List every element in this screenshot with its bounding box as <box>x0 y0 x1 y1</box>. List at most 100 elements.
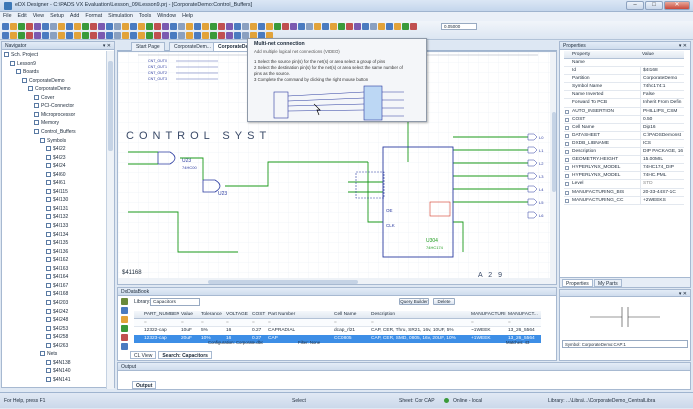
toolbar-button-icon[interactable] <box>226 23 233 30</box>
tree-item[interactable]: Microprocessor <box>34 111 75 119</box>
tree-item[interactable]: Lesson9 <box>10 60 36 68</box>
maximize-button[interactable]: □ <box>645 1 663 10</box>
toolbar-button-icon[interactable] <box>298 23 305 30</box>
toolbar-button-icon[interactable] <box>42 23 49 30</box>
tree-item[interactable]: $4I248 <box>46 316 68 324</box>
tree-item[interactable]: Boards <box>16 68 39 76</box>
toolbar-button-icon[interactable] <box>106 23 113 30</box>
canvas-hscroll[interactable] <box>208 280 358 284</box>
tab-start-page[interactable]: Start Page <box>131 42 165 51</box>
toolbar-button-icon[interactable] <box>306 23 313 30</box>
property-row[interactable]: Partition CorporateDemo <box>564 75 684 84</box>
column-header[interactable]: Value <box>179 311 199 319</box>
property-checkbox[interactable] <box>565 109 569 114</box>
property-row[interactable]: Forward To PCB Inherit From Defin <box>564 99 684 108</box>
property-row[interactable]: Name <box>564 59 684 68</box>
toolbar-button-icon[interactable] <box>282 23 289 30</box>
property-row[interactable]: Cell Name Dip16 <box>564 123 684 132</box>
menu-window[interactable]: Window <box>154 12 179 21</box>
close-button[interactable]: ✕ <box>664 1 690 10</box>
column-header[interactable]: Tolerance <box>199 311 224 319</box>
menu-file[interactable]: File <box>0 12 15 21</box>
toolbar-button-icon[interactable] <box>106 32 113 39</box>
toolbar-button-icon[interactable] <box>202 23 209 30</box>
property-value[interactable]: 0.50 <box>640 115 684 124</box>
toolbar-button-icon[interactable] <box>58 32 65 39</box>
property-value[interactable]: DIP PACKAGE, 16 <box>640 148 684 157</box>
toolbar-button-icon[interactable] <box>18 23 25 30</box>
toolbar-button-icon[interactable] <box>66 32 73 39</box>
property-value[interactable]: +2WEEKS <box>640 196 684 205</box>
toolbar-button-icon[interactable] <box>170 32 177 39</box>
zoom-input[interactable]: 0.05000 <box>441 23 477 30</box>
toolbar-button-icon[interactable] <box>186 23 193 30</box>
toolbar-button-icon[interactable] <box>90 23 97 30</box>
databook-tool-icon[interactable] <box>121 334 128 341</box>
toolbar-button-icon[interactable] <box>218 23 225 30</box>
menu-simulation[interactable]: Simulation <box>105 12 136 21</box>
navigator-scrollbar[interactable] <box>106 51 114 389</box>
toolbar-button-icon[interactable] <box>346 23 353 30</box>
property-value[interactable]: PHILLIPS_CSM <box>640 107 684 116</box>
databook-tool-icon[interactable] <box>121 325 128 332</box>
panel-pin-icon[interactable]: ▾ ✕ <box>679 42 687 50</box>
toolbar-button-icon[interactable] <box>50 32 57 39</box>
toolbar-button-icon[interactable] <box>42 32 49 39</box>
property-checkbox[interactable] <box>565 190 569 195</box>
property-row[interactable]: MANUFACTURING_CC +2WEEKS <box>564 196 684 205</box>
toolbar-button-icon[interactable] <box>138 23 145 30</box>
toolbar-button-icon[interactable] <box>130 32 137 39</box>
canvas-vscroll[interactable] <box>552 112 556 192</box>
tree-item[interactable]: $4I60 <box>46 171 66 179</box>
property-value[interactable]: STD <box>640 180 684 189</box>
property-checkbox[interactable] <box>565 141 569 146</box>
toolbar-button-icon[interactable] <box>122 32 129 39</box>
toolbar-button-icon[interactable] <box>26 32 33 39</box>
toolbar-button-icon[interactable] <box>26 23 33 30</box>
toolbar-button-icon[interactable] <box>314 23 321 30</box>
column-header[interactable]: COST <box>250 311 266 319</box>
databook-filter-row[interactable]: = = = = = = = = = = <box>134 319 541 327</box>
tree-item[interactable]: Nets <box>40 350 57 358</box>
toolbar-button-icon[interactable] <box>402 23 409 30</box>
property-row[interactable]: DATASHEET C:\PADSDemonst <box>564 131 684 140</box>
databook-tool-icon[interactable] <box>121 298 128 305</box>
property-checkbox[interactable] <box>565 158 569 163</box>
menu-setup[interactable]: Setup <box>47 12 67 21</box>
toolbar-button-icon[interactable] <box>394 23 401 30</box>
toolbar-button-icon[interactable] <box>370 23 377 30</box>
minimize-button[interactable]: – <box>626 1 644 10</box>
property-checkbox[interactable] <box>565 166 569 171</box>
pin-icon[interactable]: ▾ ✕ <box>103 42 111 50</box>
property-checkbox[interactable] <box>565 117 569 122</box>
tree-item[interactable]: $4I61 <box>46 179 66 187</box>
tree-item[interactable]: CorporateDemo <box>22 77 65 85</box>
toolbar-button-icon[interactable] <box>258 23 265 30</box>
toolbar-button-icon[interactable] <box>74 32 81 39</box>
property-row[interactable]: HYPERLYNX_MODEL 74HC174_DIP <box>564 164 684 173</box>
tree-item[interactable]: $4I22 <box>46 145 66 153</box>
toolbar-button-icon[interactable] <box>234 32 241 39</box>
column-header[interactable]: Part Number <box>266 311 332 319</box>
toolbar-button-icon[interactable] <box>146 32 153 39</box>
toolbar-button-icon[interactable] <box>2 23 9 30</box>
property-row[interactable]: COST 0.50 <box>564 115 684 124</box>
table-row[interactable]: 12323-cap 20uF 10% 16 0.27 CAP CC0805 CAP, CER,… <box>134 335 541 343</box>
toolbar-button-icon[interactable] <box>226 32 233 39</box>
property-value[interactable]: 74hc174:1 <box>640 83 684 92</box>
tree-item[interactable]: $4N141 <box>46 376 71 384</box>
property-value[interactable]: CorporateDemo <box>640 75 684 84</box>
toolbar-button-icon[interactable] <box>202 32 209 39</box>
toolbar-button-icon[interactable] <box>82 23 89 30</box>
tab-properties[interactable]: Properties <box>562 279 593 287</box>
tab-output[interactable]: Output <box>132 381 157 389</box>
toolbar-button-icon[interactable] <box>146 23 153 30</box>
menu-add[interactable]: Add <box>67 12 82 21</box>
property-checkbox[interactable] <box>565 182 569 187</box>
toolbar-button-icon[interactable] <box>250 23 257 30</box>
toolbar-button-icon[interactable] <box>194 23 201 30</box>
library-select[interactable]: Capacitors <box>150 298 200 306</box>
databook-tool-icon[interactable] <box>121 343 128 350</box>
tree-item[interactable]: $4I168 <box>46 290 68 298</box>
menu-view[interactable]: View <box>30 12 47 21</box>
